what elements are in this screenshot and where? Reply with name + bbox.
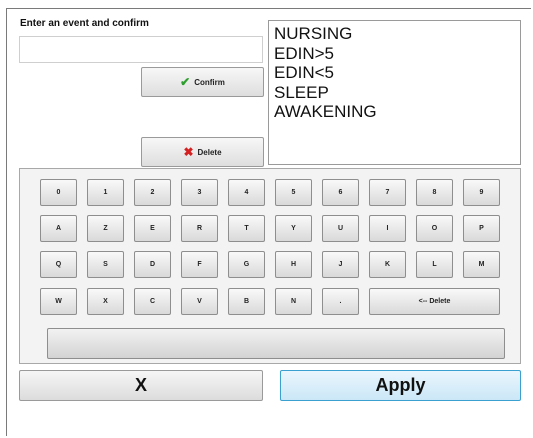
event-list[interactable]: NURSING EDIN>5 EDIN<5 SLEEP AWAKENING bbox=[268, 20, 521, 165]
key-f[interactable]: F bbox=[181, 251, 218, 278]
key-j[interactable]: J bbox=[322, 251, 359, 278]
check-icon: ✔ bbox=[180, 75, 191, 89]
confirm-label: Confirm bbox=[194, 77, 225, 87]
key-6[interactable]: 6 bbox=[322, 179, 359, 206]
confirm-button[interactable]: ✔ Confirm bbox=[141, 67, 264, 97]
key-e[interactable]: E bbox=[134, 215, 171, 242]
space-bar[interactable] bbox=[47, 328, 505, 359]
key-period[interactable]: . bbox=[322, 288, 359, 315]
key-3[interactable]: 3 bbox=[181, 179, 218, 206]
key-5[interactable]: 5 bbox=[275, 179, 312, 206]
key-8[interactable]: 8 bbox=[416, 179, 453, 206]
key-u[interactable]: U bbox=[322, 215, 359, 242]
key-1[interactable]: 1 bbox=[87, 179, 124, 206]
key-b[interactable]: B bbox=[228, 288, 265, 315]
backspace-key[interactable]: <-- Delete bbox=[369, 288, 500, 315]
key-2[interactable]: 2 bbox=[134, 179, 171, 206]
key-o[interactable]: O bbox=[416, 215, 453, 242]
key-t[interactable]: T bbox=[228, 215, 265, 242]
key-g[interactable]: G bbox=[228, 251, 265, 278]
key-x[interactable]: X bbox=[87, 288, 124, 315]
key-a[interactable]: A bbox=[40, 215, 77, 242]
x-icon: ✖ bbox=[183, 145, 194, 159]
key-p[interactable]: P bbox=[463, 215, 500, 242]
event-item-edin-lt-5[interactable]: EDIN<5 bbox=[274, 63, 515, 83]
prompt-label: Enter an event and confirm bbox=[20, 18, 149, 29]
key-h[interactable]: H bbox=[275, 251, 312, 278]
key-w[interactable]: W bbox=[40, 288, 77, 315]
key-d[interactable]: D bbox=[134, 251, 171, 278]
key-4[interactable]: 4 bbox=[228, 179, 265, 206]
key-s[interactable]: S bbox=[87, 251, 124, 278]
key-r[interactable]: R bbox=[181, 215, 218, 242]
key-z[interactable]: Z bbox=[87, 215, 124, 242]
event-input[interactable] bbox=[19, 36, 263, 63]
delete-label: Delete bbox=[197, 147, 222, 157]
key-v[interactable]: V bbox=[181, 288, 218, 315]
cancel-button[interactable]: X bbox=[19, 370, 263, 401]
event-item-awakening[interactable]: AWAKENING bbox=[274, 102, 515, 122]
key-q[interactable]: Q bbox=[40, 251, 77, 278]
key-0[interactable]: 0 bbox=[40, 179, 77, 206]
key-c[interactable]: C bbox=[134, 288, 171, 315]
key-i[interactable]: I bbox=[369, 215, 406, 242]
delete-button[interactable]: ✖ Delete bbox=[141, 137, 264, 167]
apply-button[interactable]: Apply bbox=[280, 370, 521, 401]
key-9[interactable]: 9 bbox=[463, 179, 500, 206]
event-item-sleep[interactable]: SLEEP bbox=[274, 83, 515, 103]
key-y[interactable]: Y bbox=[275, 215, 312, 242]
key-l[interactable]: L bbox=[416, 251, 453, 278]
event-item-nursing[interactable]: NURSING bbox=[274, 24, 515, 44]
key-7[interactable]: 7 bbox=[369, 179, 406, 206]
key-k[interactable]: K bbox=[369, 251, 406, 278]
on-screen-keyboard: 0 1 2 3 4 5 6 7 8 9 A Z E R T Y U I O P Q S D F G H J K L M W X C V B N. <--… bbox=[19, 168, 521, 364]
key-n[interactable]: N bbox=[275, 288, 312, 315]
event-item-edin-gt-5[interactable]: EDIN>5 bbox=[274, 44, 515, 64]
key-m[interactable]: M bbox=[463, 251, 500, 278]
